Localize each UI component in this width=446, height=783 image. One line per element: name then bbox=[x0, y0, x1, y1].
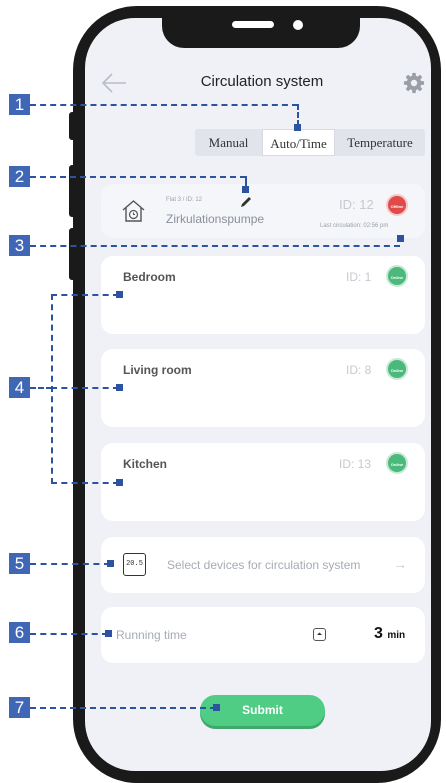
side-button bbox=[69, 165, 75, 217]
callout-6: 6 bbox=[9, 622, 30, 643]
leader-line bbox=[30, 104, 298, 106]
arrow-right-icon: → bbox=[393, 556, 407, 572]
running-time-unit: min bbox=[387, 630, 406, 641]
arrow-left-icon[interactable] bbox=[101, 71, 127, 95]
running-time-value[interactable]: 3 min bbox=[374, 625, 405, 643]
room-name: Bedroom bbox=[123, 270, 176, 284]
callout-3: 3 bbox=[9, 235, 30, 256]
pump-card[interactable] bbox=[101, 184, 425, 238]
room-id: ID: 1 bbox=[346, 270, 372, 284]
status-badge: Offline bbox=[386, 194, 408, 216]
callout-4: 4 bbox=[9, 377, 30, 398]
side-button bbox=[69, 112, 75, 140]
pump-name: Zirkulationspumpe bbox=[166, 212, 265, 226]
last-circulation: Last circulation: 02:56 pm bbox=[320, 223, 389, 229]
leader-line bbox=[30, 176, 246, 178]
page-title: Circulation system bbox=[200, 73, 324, 90]
house-clock-icon bbox=[122, 200, 145, 222]
tab-auto-time[interactable]: Auto/Time bbox=[262, 129, 335, 156]
pencil-icon[interactable] bbox=[240, 195, 253, 208]
leader-line bbox=[51, 294, 53, 484]
room-id: ID: 8 bbox=[346, 363, 372, 377]
gear-icon[interactable] bbox=[403, 72, 425, 94]
room-id: ID: 13 bbox=[339, 457, 372, 471]
room-name: Kitchen bbox=[123, 457, 168, 471]
room-card-living-room[interactable] bbox=[101, 349, 425, 427]
leader-line bbox=[297, 104, 299, 126]
leader-dot bbox=[105, 630, 112, 637]
room-card-kitchen[interactable] bbox=[101, 443, 425, 521]
leader-dot bbox=[397, 235, 404, 242]
running-time-number: 3 bbox=[374, 625, 383, 642]
leader-dot bbox=[294, 124, 301, 131]
leader-dot bbox=[242, 186, 249, 193]
leader-dot bbox=[116, 291, 123, 298]
status-badge: Online bbox=[386, 452, 408, 474]
leader-line bbox=[30, 245, 400, 247]
leader-dot bbox=[116, 479, 123, 486]
status-badge: Online bbox=[386, 358, 408, 380]
leader-line bbox=[51, 387, 119, 389]
phone-notch bbox=[162, 6, 360, 48]
leader-dot bbox=[107, 560, 114, 567]
pump-meta: Flat 3 / ID: 12 bbox=[166, 197, 203, 203]
side-button bbox=[69, 228, 75, 280]
status-badge: Online bbox=[386, 265, 408, 287]
leader-line bbox=[30, 707, 216, 709]
leader-line bbox=[30, 633, 108, 635]
tab-temperature[interactable]: Temperature bbox=[335, 129, 425, 156]
pump-id: ID: 12 bbox=[339, 197, 374, 212]
tab-manual[interactable]: Manual bbox=[195, 129, 262, 156]
leader-line bbox=[30, 563, 110, 565]
running-time-label: Running time bbox=[116, 628, 187, 642]
callout-2: 2 bbox=[9, 166, 30, 187]
mode-tabs: Manual Auto/Time Temperature bbox=[195, 129, 425, 156]
room-name: Living room bbox=[123, 363, 192, 377]
stepper-icon[interactable] bbox=[313, 628, 326, 641]
leader-line bbox=[30, 387, 52, 389]
speaker bbox=[232, 21, 274, 28]
leader-dot bbox=[213, 704, 220, 711]
callout-7: 7 bbox=[9, 697, 30, 718]
leader-line bbox=[51, 482, 119, 484]
select-devices-label: Select devices for circulation system bbox=[167, 558, 361, 572]
camera bbox=[293, 20, 303, 30]
room-card-bedroom[interactable] bbox=[101, 256, 425, 334]
leader-dot bbox=[116, 384, 123, 391]
thermostat-icon: 20.5 bbox=[123, 553, 146, 576]
callout-5: 5 bbox=[9, 553, 30, 574]
leader-line bbox=[51, 294, 119, 296]
callout-1: 1 bbox=[9, 94, 30, 115]
